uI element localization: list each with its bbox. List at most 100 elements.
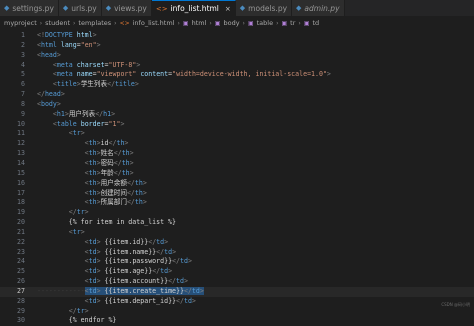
tab-admin-py[interactable]: ◆ admin.py bbox=[292, 0, 345, 16]
breadcrumb-item[interactable]: tr bbox=[290, 19, 295, 27]
breadcrumb-item[interactable]: student bbox=[45, 19, 70, 27]
chevron-right-icon: › bbox=[114, 19, 117, 27]
python-file-icon: ◆ bbox=[62, 4, 69, 12]
code-text: </tr> bbox=[68, 208, 89, 217]
breadcrumb-item[interactable]: table bbox=[257, 19, 273, 27]
code-line[interactable]: 2 <html lang="en"> bbox=[0, 41, 474, 51]
code-line[interactable]: 5 <meta name="viewport" content="width=d… bbox=[0, 70, 474, 80]
breadcrumb-item[interactable]: info_list.html bbox=[133, 19, 175, 27]
code-line[interactable]: 4 <meta charset="UTF-8"> bbox=[0, 61, 474, 71]
line-number: 12 bbox=[17, 139, 25, 148]
line-number: 28 bbox=[17, 296, 25, 305]
chevron-right-icon: › bbox=[39, 19, 43, 27]
chevron-right-icon: › bbox=[298, 19, 301, 27]
code-line[interactable]: 20 {% for item in data_list %} bbox=[0, 218, 474, 228]
code-text: </tr> bbox=[68, 306, 89, 315]
tab-label: models.py bbox=[248, 3, 288, 13]
code-text: <meta charset="UTF-8"> bbox=[52, 60, 141, 69]
code-text: <th>用户余额</th> bbox=[84, 178, 147, 187]
code-line[interactable]: 25 <td> {{item.age}}</td> bbox=[0, 267, 474, 277]
code-text: <td> {{item.depart_id}}</td> bbox=[84, 296, 196, 305]
line-number: 15 bbox=[17, 168, 25, 177]
tab-label: settings.py bbox=[12, 3, 54, 13]
code-text: <td> {{item.account}}</td> bbox=[84, 277, 188, 286]
code-line[interactable]: 1 <!DOCTYPE html> bbox=[0, 31, 474, 41]
code-text: <td> {{item.age}}</td> bbox=[84, 267, 173, 276]
code-text: <tr> bbox=[68, 129, 85, 138]
code-text: <td> {{item.name}}</td> bbox=[84, 247, 177, 256]
element-icon: ▣ bbox=[247, 19, 254, 27]
code-line[interactable]: 3 <head> bbox=[0, 51, 474, 61]
element-icon: ▣ bbox=[303, 19, 310, 27]
line-number: 7 bbox=[21, 90, 25, 99]
tab-label: admin.py bbox=[304, 3, 340, 13]
line-number: 17 bbox=[17, 188, 25, 197]
line-number: 4 bbox=[21, 60, 25, 69]
tab-models-py[interactable]: ◆ models.py bbox=[235, 0, 293, 16]
line-number: 23 bbox=[17, 247, 25, 256]
tab-info-list-html[interactable]: <> info_list.html × bbox=[151, 0, 236, 16]
html-file-icon: <> bbox=[119, 19, 130, 27]
code-line[interactable]: 9 <h1>用户列表</h1> bbox=[0, 110, 474, 120]
code-text: <th>所属部门</th> bbox=[84, 198, 147, 207]
line-number: 20 bbox=[17, 218, 25, 227]
python-file-icon: ◆ bbox=[4, 4, 10, 12]
code-text: {% for item in data_list %} bbox=[68, 218, 176, 227]
code-line[interactable]: 7 </head> bbox=[0, 90, 474, 100]
code-line[interactable]: 11 <tr> bbox=[0, 129, 474, 139]
code-line[interactable]: 14 <th>密码</th> bbox=[0, 159, 474, 169]
line-number: 10 bbox=[17, 119, 25, 128]
code-line[interactable]: 26 <td> {{item.account}}</td> bbox=[0, 277, 474, 287]
code-line[interactable]: 16 <th>用户余额</th> bbox=[0, 179, 474, 189]
breadcrumb-item[interactable]: body bbox=[223, 19, 239, 27]
code-line[interactable]: 21 <tr> bbox=[0, 228, 474, 238]
code-text: <table border="1"> bbox=[52, 119, 125, 128]
code-line[interactable]: 24 <td> {{item.password}}</td> bbox=[0, 257, 474, 267]
close-tab-icon[interactable]: × bbox=[225, 5, 231, 13]
code-text: <tr> bbox=[68, 227, 85, 236]
code-line[interactable]: 27 ------------<td> {{item.create_time}}<… bbox=[0, 286, 474, 297]
element-icon: ▣ bbox=[182, 19, 189, 27]
line-number: 1 bbox=[21, 31, 25, 39]
watermark: CSDN @码小明 bbox=[441, 302, 470, 307]
code-text: <th>创建时间</th> bbox=[84, 188, 147, 197]
code-line[interactable]: 30 {% endfor %} bbox=[0, 316, 474, 326]
code-text: <td> {{item.id}}</td> bbox=[84, 237, 169, 246]
line-number: 2 bbox=[21, 40, 25, 49]
chevron-right-icon: › bbox=[242, 19, 245, 27]
code-text: <h1>用户列表</h1> bbox=[52, 109, 116, 118]
breadcrumb-item[interactable]: templates bbox=[78, 19, 111, 27]
code-text: <html lang="en"> bbox=[37, 40, 101, 49]
breadcrumb-item[interactable]: td bbox=[312, 19, 319, 27]
code-line[interactable]: 10 <table border="1"> bbox=[0, 120, 474, 130]
line-number: 29 bbox=[17, 306, 25, 315]
line-number: 26 bbox=[17, 277, 25, 286]
tab-urls-py[interactable]: ◆ urls.py bbox=[58, 0, 102, 16]
code-text: <td> {{item.password}}</td> bbox=[84, 257, 192, 266]
line-number: 3 bbox=[21, 50, 25, 59]
code-line[interactable]: 18 <th>所属部门</th> bbox=[0, 198, 474, 208]
code-editor[interactable]: 1 <!DOCTYPE html> 2 <html lang="en"> 3 <head>… bbox=[0, 31, 474, 324]
code-line[interactable]: 17 <th>创建时间</th> bbox=[0, 189, 474, 199]
element-icon: ▣ bbox=[281, 19, 288, 27]
code-line[interactable]: 13 <th>姓名</th> bbox=[0, 149, 474, 159]
code-line[interactable]: 23 <td> {{item.name}}</td> bbox=[0, 248, 474, 258]
breadcrumb-item[interactable]: myproject bbox=[4, 19, 37, 27]
code-line[interactable]: 19 </tr> bbox=[0, 208, 474, 218]
line-number: 22 bbox=[17, 237, 25, 246]
code-line[interactable]: 8 <body> bbox=[0, 100, 474, 110]
line-number: 6 bbox=[21, 80, 25, 89]
line-number: 9 bbox=[21, 109, 25, 118]
code-line[interactable]: 6 <title>学生列表</title> bbox=[0, 80, 474, 90]
tab-views-py[interactable]: ◆ views.py bbox=[101, 0, 152, 16]
tab-settings-py[interactable]: ◆ settings.py bbox=[0, 0, 59, 16]
code-line[interactable]: 15 <th>年龄</th> bbox=[0, 169, 474, 179]
line-number: 21 bbox=[17, 227, 25, 236]
code-line[interactable]: 28 <td> {{item.depart_id}}</td> bbox=[0, 297, 474, 307]
line-number: 30 bbox=[17, 316, 25, 325]
code-line[interactable]: 22 <td> {{item.id}}</td> bbox=[0, 238, 474, 248]
line-number: 19 bbox=[17, 208, 25, 217]
code-line[interactable]: 12 <th>id</th> bbox=[0, 139, 474, 149]
breadcrumb-item[interactable]: html bbox=[192, 19, 207, 27]
code-line[interactable]: 29 </tr> bbox=[0, 307, 474, 317]
